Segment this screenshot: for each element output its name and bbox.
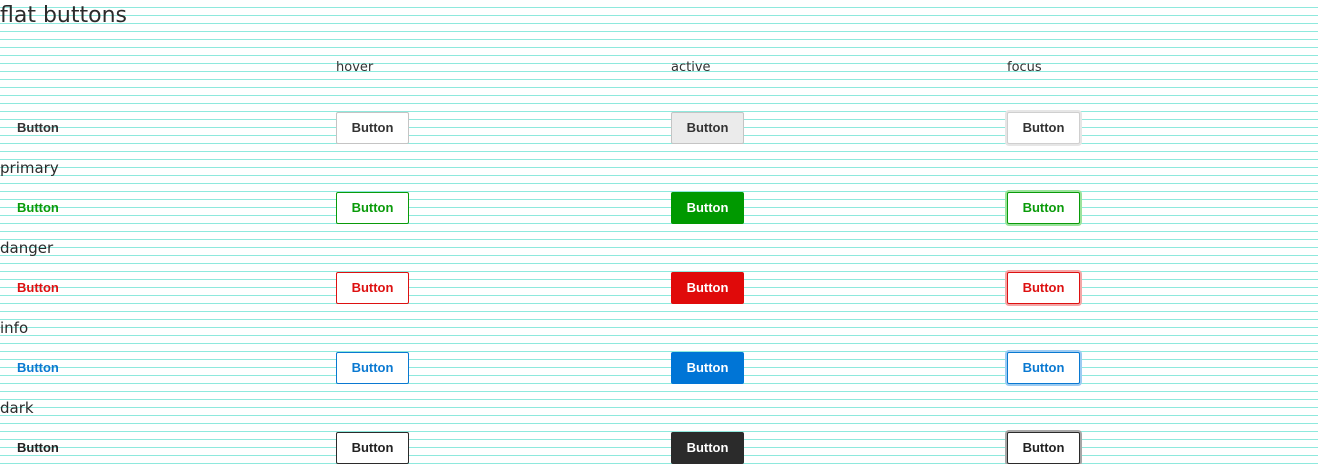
section-label-info: info	[0, 319, 29, 337]
column-header-hover: hover	[336, 60, 374, 75]
primary-flat-button-hover[interactable]: Button	[336, 192, 409, 224]
primary-flat-button-active[interactable]: Button	[671, 192, 744, 224]
column-header-active: active	[671, 60, 711, 75]
primary-flat-button[interactable]: Button	[0, 192, 90, 224]
info-flat-button[interactable]: Button	[0, 352, 90, 384]
section-label-danger: danger	[0, 239, 54, 257]
default-flat-button[interactable]: Button	[0, 112, 90, 144]
danger-flat-button-hover[interactable]: Button	[336, 272, 409, 304]
danger-flat-button[interactable]: Button	[0, 272, 90, 304]
dark-flat-button[interactable]: Button	[0, 432, 90, 464]
column-header-focus: focus	[1007, 60, 1042, 75]
default-flat-button-active[interactable]: Button	[671, 112, 744, 144]
dark-flat-button-focus[interactable]: Button	[1007, 432, 1080, 464]
danger-flat-button-active[interactable]: Button	[671, 272, 744, 304]
info-flat-button-hover[interactable]: Button	[336, 352, 409, 384]
info-flat-button-active[interactable]: Button	[671, 352, 744, 384]
dark-flat-button-hover[interactable]: Button	[336, 432, 409, 464]
primary-flat-button-focus[interactable]: Button	[1007, 192, 1080, 224]
danger-flat-button-focus[interactable]: Button	[1007, 272, 1080, 304]
dark-flat-button-active[interactable]: Button	[671, 432, 744, 464]
default-flat-button-focus[interactable]: Button	[1007, 112, 1080, 144]
section-label-primary: primary	[0, 159, 59, 177]
section-label-dark: dark	[0, 399, 34, 417]
default-flat-button-hover[interactable]: Button	[336, 112, 409, 144]
page-title: flat buttons	[0, 3, 127, 28]
info-flat-button-focus[interactable]: Button	[1007, 352, 1080, 384]
